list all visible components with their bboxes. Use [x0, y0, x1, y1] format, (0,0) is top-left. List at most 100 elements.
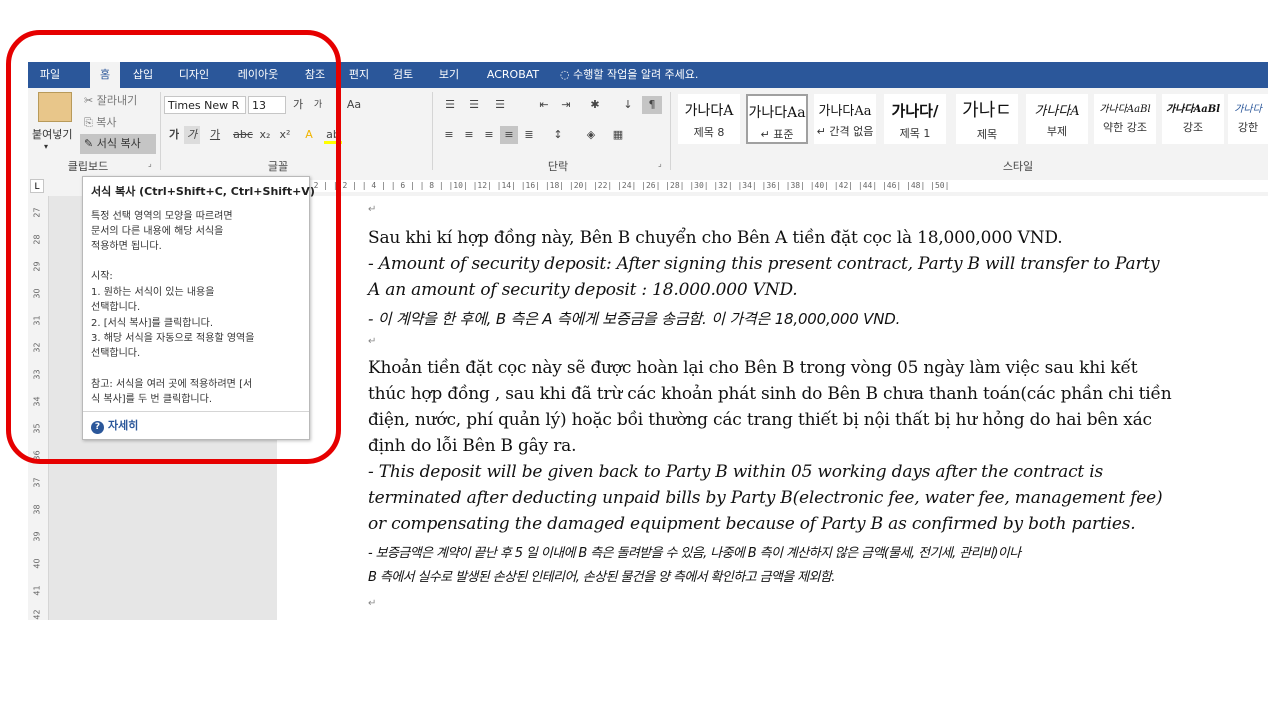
paragraph-en-2c[interactable]: or compensating the damaged equipment be… [368, 514, 1136, 534]
style-item[interactable]: 가나다/제목 1 [884, 94, 946, 144]
align-right-icon[interactable]: ≡ [480, 126, 498, 144]
ruler-number: 27 [32, 207, 42, 218]
paragraph-mark: ↵ [368, 336, 377, 347]
distributed-icon[interactable]: ≣ [520, 126, 538, 144]
document-page[interactable]: ↵ Sau khi kí hợp đồng này, Bên B chuyển … [277, 196, 1268, 620]
tab-selector-icon[interactable]: L [30, 179, 44, 193]
paragraph-en-1b[interactable]: A an amount of security deposit : 18.000… [368, 280, 798, 300]
paragraph-vi-2a[interactable]: Khoản tiền đặt cọc này sẽ được hoàn lại … [368, 358, 1138, 378]
tooltip-divider [83, 411, 309, 412]
tooltip-line: 특정 선택 영역의 모양을 따르려면 [91, 211, 233, 222]
tooltip-line: 문서의 다른 내용에 해당 서식을 [91, 226, 224, 237]
change-case-icon[interactable]: Aa [346, 96, 362, 114]
show-marks-icon[interactable]: ¶ [642, 96, 662, 114]
tab-review[interactable]: 검토 [386, 62, 420, 88]
tell-me-box[interactable]: ◌ 수행할 작업을 알려 주세요. [560, 62, 730, 88]
paragraph-vi-2b[interactable]: thúc hợp đồng , sau khi đã trừ các khoản… [368, 384, 1172, 404]
paragraph-en-2b[interactable]: terminated after deducting unpaid bills … [368, 488, 1163, 508]
italic-icon[interactable]: 가 [184, 126, 200, 144]
align-left-icon[interactable]: ≡ [440, 126, 458, 144]
justify-icon[interactable]: ≡ [500, 126, 518, 144]
style-item[interactable]: 가나ㄷ 제목 [956, 94, 1018, 144]
style-item[interactable]: 가나다AaBl 약한 강조 [1094, 94, 1156, 144]
lightbulb-icon: ◌ [560, 68, 574, 81]
dialog-launcher-icon[interactable]: ⌟ [148, 160, 156, 168]
vertical-ruler[interactable]: 27 28 29 30 31 32 33 34 35 36 37 38 39 4… [28, 196, 49, 620]
ruler-number: 35 [32, 423, 42, 434]
tooltip-line: 적용하면 됩니다. [91, 241, 162, 252]
asian-layout-icon[interactable]: ✱ [584, 96, 606, 114]
style-item[interactable]: 가나다 강한 [1228, 94, 1268, 144]
paragraph-en-2a[interactable]: - This deposit will be given back to Par… [368, 462, 1103, 482]
tab-home[interactable]: 홈 [90, 62, 120, 88]
ruler-number: 33 [32, 369, 42, 380]
ruler-number: 39 [32, 531, 42, 542]
paragraph-en-1a[interactable]: - Amount of security deposit: After sign… [368, 254, 1160, 274]
shading-icon[interactable]: ◈ [580, 126, 602, 144]
help-icon: ? [91, 421, 104, 434]
grow-font-icon[interactable]: 가 [290, 96, 306, 114]
text-effects-icon[interactable]: A [300, 126, 318, 144]
paragraph-ko-2b[interactable]: B 측에서 실수로 발생된 손상된 인테리어, 손상된 물건을 양 측에서 확인… [368, 566, 835, 585]
tooltip-line: 식 복사]를 두 번 클릭합니다. [91, 394, 212, 405]
copy-icon: ⎘ [84, 116, 97, 129]
paragraph-vi-1[interactable]: Sau khi kí hợp đồng này, Bên B chuyển ch… [368, 228, 1063, 248]
group-divider [160, 92, 161, 170]
bold-icon[interactable]: 가 [166, 126, 182, 144]
tooltip-line: 시작: [91, 271, 113, 282]
decrease-indent-icon[interactable]: ⇤ [534, 96, 554, 114]
tab-layout[interactable]: 레이아웃 [228, 62, 288, 88]
tooltip-line: 선택합니다. [91, 302, 141, 313]
ruler-number: 28 [32, 234, 42, 245]
highlight-color-icon[interactable]: ab [324, 126, 342, 144]
paste-button[interactable]: 붙여넣기 [32, 126, 72, 142]
format-painter-tooltip: 서식 복사 (Ctrl+Shift+C, Ctrl+Shift+V) 특정 선택… [82, 176, 315, 440]
format-painter-button[interactable]: ✎ 서식 복사 [80, 134, 156, 154]
strikethrough-icon[interactable]: abc [232, 126, 254, 144]
numbering-icon[interactable]: ☰ [464, 96, 484, 114]
superscript-icon[interactable]: x² [276, 126, 294, 144]
paragraph-ko-1[interactable]: - 이 계약을 한 후에, B 측은 A 측에게 보증금을 송금함. 이 가격은… [368, 308, 900, 329]
tab-references[interactable]: 참조 [298, 62, 332, 88]
paragraph-vi-2d[interactable]: định do lỗi Bên B gây ra. [368, 436, 577, 456]
style-item[interactable]: 가나다Aa ↵ 표준 [746, 94, 808, 144]
subscript-icon[interactable]: x₂ [256, 126, 274, 144]
ruler-scale: | 2 | | 2 | | 4 | | 6 | | 8 | |10| |12| … [304, 180, 1268, 192]
tab-design[interactable]: 디자인 [172, 62, 216, 88]
dialog-launcher-icon[interactable]: ⌟ [658, 160, 666, 168]
paragraph-vi-2c[interactable]: điện, nước, phí quản lý) hoặc bồi thường… [368, 410, 1152, 430]
tab-acrobat[interactable]: ACROBAT [478, 62, 548, 88]
tab-insert[interactable]: 삽입 [128, 62, 158, 88]
paste-icon[interactable] [38, 92, 72, 122]
paragraph-ko-2a[interactable]: - 보증금액은 계약이 끝난 후 5 일 이내에 B 측은 돌려받을 수 있음,… [368, 542, 1021, 561]
increase-indent-icon[interactable]: ⇥ [556, 96, 576, 114]
font-name-dropdown[interactable]: Times New R [164, 96, 246, 114]
ruler-number: 38 [32, 504, 42, 515]
style-item[interactable]: 가나다AaBl 강조 [1162, 94, 1224, 144]
font-group-label: 글꼴 [267, 160, 289, 173]
style-item[interactable]: 가나다Aa ↵ 간격 없음 [814, 94, 876, 144]
multilevel-list-icon[interactable]: ☰ [488, 96, 512, 114]
style-item[interactable]: 가나다A 제목 8 [678, 94, 740, 144]
group-divider [670, 92, 671, 170]
sort-icon[interactable]: ↓ [618, 96, 638, 114]
cut-button[interactable]: ✂ 잘라내기 [84, 92, 137, 108]
chevron-down-icon[interactable]: ▾ [44, 142, 48, 151]
tab-file[interactable]: 파일 [28, 62, 72, 88]
line-spacing-icon[interactable]: ↕ [546, 126, 570, 144]
align-center-icon[interactable]: ≡ [460, 126, 478, 144]
ruler-number: 29 [32, 261, 42, 272]
bullets-icon[interactable]: ☰ [440, 96, 460, 114]
tooltip-line: 2. [서식 복사]를 클릭합니다. [91, 318, 214, 329]
underline-icon[interactable]: 가 [204, 126, 226, 144]
borders-icon[interactable]: ▦ [606, 126, 630, 144]
ruler-number: 36 [32, 450, 42, 461]
copy-button[interactable]: ⎘ 복사 [84, 114, 117, 130]
tab-view[interactable]: 보기 [432, 62, 466, 88]
style-item[interactable]: 가나다A 부제 [1026, 94, 1088, 144]
tooltip-line: 선택합니다. [91, 348, 141, 359]
shrink-font-icon[interactable]: 가 [310, 96, 326, 114]
tooltip-help-link[interactable]: ? 자세히 [91, 417, 138, 434]
tab-mailings[interactable]: 편지 [342, 62, 376, 88]
font-size-dropdown[interactable]: 13 [248, 96, 286, 114]
